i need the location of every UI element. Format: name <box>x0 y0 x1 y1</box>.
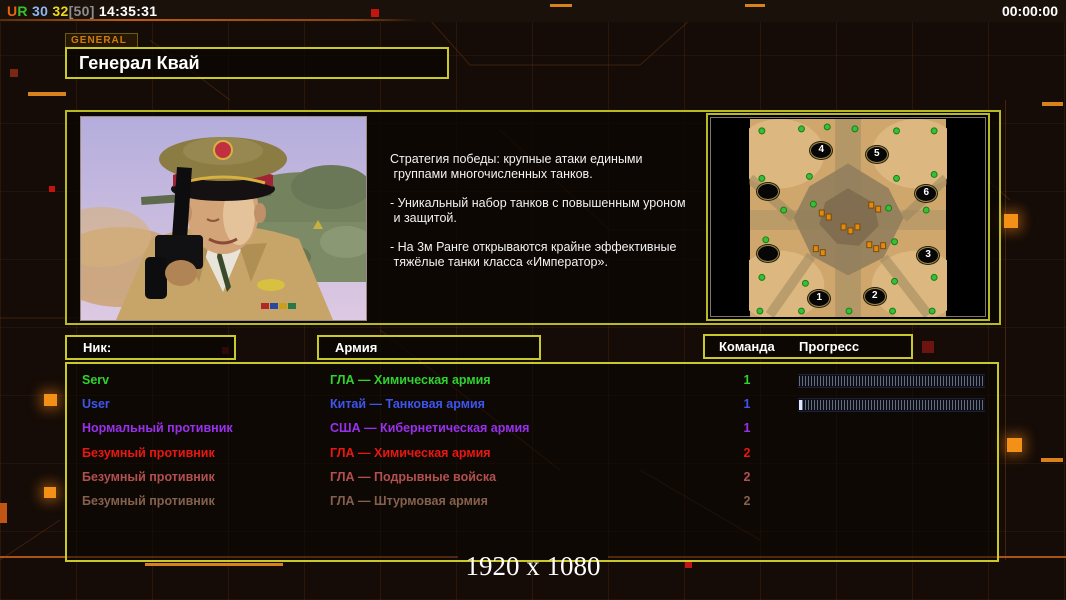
decor-dash <box>1042 102 1063 106</box>
minimap: 456312 <box>749 119 947 317</box>
player-army: Китай — Танковая армия <box>330 397 485 412</box>
player-team: 2 <box>743 445 751 460</box>
player-team: 1 <box>743 421 751 436</box>
decor-red-square <box>10 69 18 77</box>
status-token: R <box>17 3 28 19</box>
header-progress: Прогресс <box>799 339 860 354</box>
minimap-panel: 456312 <box>706 113 990 321</box>
progress-bar-ticks <box>799 376 984 386</box>
decor-dash <box>0 503 7 523</box>
status-readout: UR 30 32[50] 14:35:31 <box>7 3 157 19</box>
game-loading-screen: UR 30 32[50] 14:35:31 00:00:00 GENERAL Г… <box>0 0 1066 600</box>
start-position-marker-empty <box>756 244 779 262</box>
player-team: 1 <box>743 373 751 387</box>
start-position-marker: 4 <box>810 141 833 159</box>
decor-orange-square <box>44 394 57 406</box>
progress-bar <box>798 398 985 413</box>
status-token: [50] <box>68 3 95 19</box>
status-token: U <box>7 3 18 19</box>
decor-dash <box>550 4 572 7</box>
start-position-marker: 2 <box>863 288 886 306</box>
player-nick: User <box>82 397 110 412</box>
player-nick: Безумный противник <box>82 469 215 484</box>
header-team: Команда <box>719 339 775 354</box>
table-row: Безумный противник ГЛА — Химическая арми… <box>67 442 997 466</box>
decor-orange-square <box>1004 214 1018 228</box>
start-position-marker-empty <box>756 183 779 201</box>
general-name-title: Генерал Квай <box>65 47 449 79</box>
player-team: 1 <box>743 397 751 412</box>
table-row: Serv ГЛА — Химическая армия 1 <box>67 369 997 393</box>
player-army: ГЛА — Подрывные войска <box>330 469 497 484</box>
table-row: User Китай — Танковая армия 1 <box>67 393 997 417</box>
description-paragraph: Стратегия победы: крупные атаки едиными … <box>390 152 643 181</box>
decor-orange-square <box>44 487 56 498</box>
header-nick: Ник: <box>65 335 236 360</box>
progress-bar-ticks <box>799 400 984 411</box>
minimap-frame: 456312 <box>710 117 986 317</box>
status-underline <box>0 19 418 21</box>
player-nick: Serv <box>82 373 110 387</box>
background-accent-line <box>1005 100 1006 560</box>
decor-red-square <box>371 9 379 17</box>
player-nick: Безумный противник <box>82 445 215 460</box>
header-team-progress: Команда Прогресс <box>703 334 913 359</box>
status-token: 14:35:31 <box>94 3 158 19</box>
general-description: Стратегия победы: крупные атаки едиными … <box>390 152 698 284</box>
header-army: Армия <box>317 335 541 360</box>
player-nick: Безумный противник <box>82 493 215 508</box>
player-army: США — Кибернетическая армия <box>330 421 530 436</box>
decor-red-square <box>922 341 934 353</box>
description-paragraph: - На 3м Ранге открываются крайне эффекти… <box>390 240 677 269</box>
progress-bar-head <box>799 400 802 411</box>
start-position-marker: 5 <box>865 145 888 163</box>
resolution-label: 1920 x 1080 <box>465 551 601 581</box>
player-table-body: Serv ГЛА — Химическая армия 1 User Китай… <box>65 362 999 562</box>
decor-dash <box>745 4 765 7</box>
player-nick: Нормальный противник <box>82 421 233 436</box>
decor-dash <box>1041 458 1063 462</box>
general-portrait <box>80 116 367 321</box>
match-timer: 00:00:00 <box>1001 3 1058 19</box>
general-tab-label: GENERAL <box>65 33 138 48</box>
decor-dash <box>28 92 66 96</box>
table-row: Безумный противник ГЛА — Штурмовая армия… <box>67 490 997 514</box>
player-army: ГЛА — Штурмовая армия <box>330 493 488 508</box>
top-status-bar: UR 30 32[50] 14:35:31 00:00:00 <box>0 0 1066 22</box>
player-team: 2 <box>743 493 751 508</box>
minimap-terrain <box>749 119 947 317</box>
decor-orange-square <box>1007 438 1022 452</box>
progress-bar <box>798 374 985 388</box>
start-position-marker: 3 <box>917 246 940 264</box>
general-portrait-art <box>81 117 366 320</box>
status-token: 32 <box>48 3 69 19</box>
decor-red-square <box>49 186 55 192</box>
player-army: ГЛА — Химическая армия <box>330 445 491 460</box>
player-army: ГЛА — Химическая армия <box>330 373 491 387</box>
description-paragraph: - Уникальный набор танков с повышенным у… <box>390 196 686 225</box>
player-team: 2 <box>743 469 751 484</box>
table-row: Нормальный противник США — Кибернетическ… <box>67 417 997 441</box>
table-row: Безумный противник ГЛА — Подрывные войск… <box>67 466 997 490</box>
status-token: 30 <box>27 3 49 19</box>
